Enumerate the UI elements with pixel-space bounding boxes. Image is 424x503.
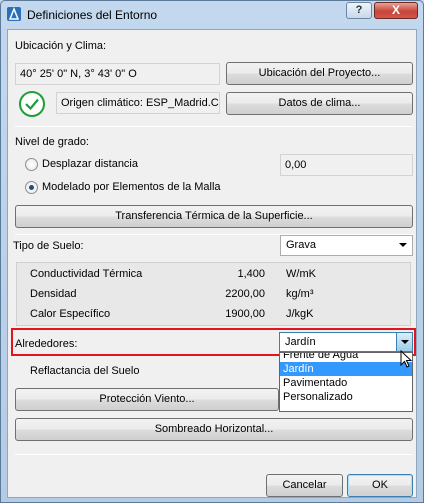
coordinates-field: 40° 25' 0" N, 3° 43' 0" O [15,63,220,85]
ok-button[interactable]: OK [347,474,413,497]
grade-section-label: Nivel de grado: [15,136,89,148]
check-circle-icon [19,91,45,117]
surroundings-value: Jardín [285,336,316,348]
ground-reflectance-label: Reflactancia del Suelo [30,365,140,377]
cancel-button[interactable]: Cancelar [266,474,343,497]
density-unit: kg/m³ [286,288,314,300]
density-label: Densidad [30,288,77,300]
window-title: Definiciones del Entorno [27,8,158,22]
help-button[interactable]: ? [346,2,372,19]
radio-mesh-elements[interactable] [25,181,38,194]
radio-mesh-elements-label: Modelado por Elementos de la Malla [42,181,221,193]
radio-offset-distance[interactable] [25,158,38,171]
density-value: 2200,00 [225,288,265,300]
conductivity-unit: W/mK [286,268,316,280]
dropdown-option-custom[interactable]: Personalizado [280,390,412,404]
archicad-app-icon [7,7,21,21]
wind-protection-button[interactable]: Protección Viento... [15,388,279,411]
title-bar[interactable]: Definiciones del Entorno ? X [1,1,423,29]
project-location-button[interactable]: Ubicación del Proyecto... [226,62,413,85]
offset-distance-input[interactable]: 0,00 [280,154,413,176]
surroundings-select[interactable]: Jardín [279,332,413,352]
close-button[interactable]: X [374,2,418,19]
climate-data-button[interactable]: Datos de clima... [226,92,413,115]
specific-heat-unit: J/kgK [286,308,314,320]
conductivity-value: 1,400 [237,268,265,280]
mouse-cursor-icon [400,350,413,368]
surroundings-label: Alrededores: [15,338,78,350]
specific-heat-value: 1900,00 [225,308,265,320]
location-section-label: Ubicación y Clima: [15,40,107,52]
environment-settings-dialog: Definiciones del Entorno ? X Ubicación y… [0,0,424,503]
radio-offset-distance-label: Desplazar distancia [42,158,138,170]
dropdown-option-garden[interactable]: Jardín [280,362,412,376]
dropdown-option-water-front[interactable]: Frente de Agua [280,353,412,362]
soil-type-select[interactable]: Grava [280,235,413,256]
dropdown-arrow-icon[interactable] [396,333,412,351]
surroundings-dropdown-list: Frente de Agua Jardín Pavimentado Person… [279,352,413,412]
climate-origin-field: Origen climático: ESP_Madrid.C [56,92,220,114]
soil-properties-panel: Conductividad Térmica 1,400 W/mK Densida… [16,262,411,326]
thermal-transfer-button[interactable]: Transferencia Térmica de la Superficie..… [15,205,413,228]
separator [15,454,413,455]
soil-type-value: Grava [286,239,316,251]
chevron-down-icon [399,243,407,247]
conductivity-label: Conductividad Térmica [30,268,143,280]
dropdown-option-paved[interactable]: Pavimentado [280,376,412,390]
horizontal-shading-button[interactable]: Sombreado Horizontal... [15,418,413,441]
separator [15,126,413,127]
dialog-body: Ubicación y Clima: 40° 25' 0" N, 3° 43' … [7,29,417,498]
soil-type-label: Tipo de Suelo: [13,240,84,252]
specific-heat-label: Calor Específico [30,308,111,320]
